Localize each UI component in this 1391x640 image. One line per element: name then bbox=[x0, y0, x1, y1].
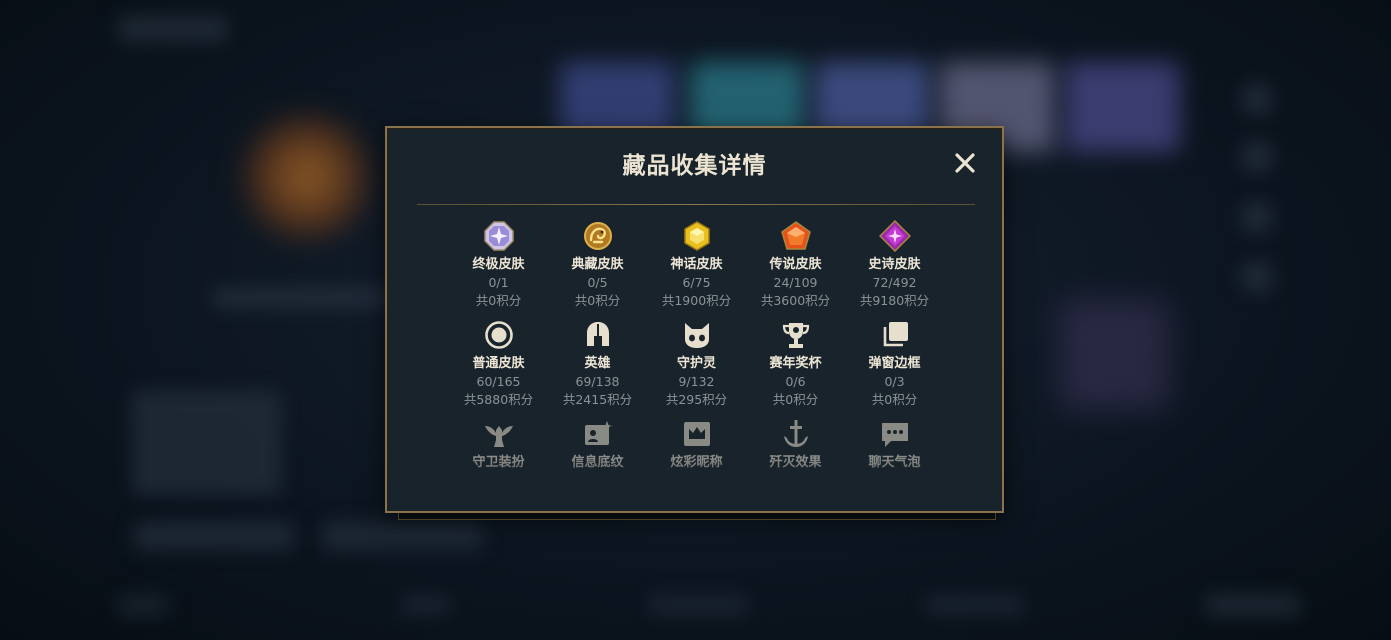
bg-emblem-blur bbox=[232, 112, 382, 242]
item-count: 0/6 bbox=[785, 374, 806, 389]
item-points: 共295积分 bbox=[665, 392, 728, 407]
collection-item: 神话皮肤 6/75 共1900积分 bbox=[647, 220, 746, 313]
item-name: 史诗皮肤 bbox=[868, 257, 921, 272]
bg-button-blur bbox=[134, 522, 294, 550]
item-name: 传说皮肤 bbox=[769, 257, 822, 272]
collection-item: 英雄 69/138 共2415积分 bbox=[548, 319, 647, 412]
collection-item: 守护灵 9/132 共295积分 bbox=[647, 319, 746, 412]
trophy-icon bbox=[780, 319, 812, 351]
item-points: 共0积分 bbox=[772, 392, 819, 407]
bg-bottom-blur bbox=[925, 595, 1025, 615]
collection-item: 守卫装扮 bbox=[449, 418, 548, 511]
pentagon-gem-icon bbox=[780, 220, 812, 252]
collection-item: 信息底纹 bbox=[548, 418, 647, 511]
bg-card-blur bbox=[132, 390, 282, 495]
stacked-frames-icon bbox=[879, 319, 911, 351]
item-name: 英雄 bbox=[584, 356, 611, 371]
item-points: 共5880积分 bbox=[463, 392, 534, 407]
item-count: 9/132 bbox=[678, 374, 715, 389]
bg-skin-card-blur bbox=[1065, 62, 1180, 152]
bg-button-blur bbox=[322, 522, 482, 550]
bg-card-blur bbox=[1060, 300, 1170, 410]
item-points: 共0积分 bbox=[475, 293, 522, 308]
bg-side-icon-blur bbox=[1240, 260, 1274, 294]
item-count: 72/492 bbox=[872, 275, 917, 290]
item-points: 共0积分 bbox=[574, 293, 621, 308]
item-count: 0/5 bbox=[587, 275, 608, 290]
bg-bottom-blur bbox=[118, 595, 168, 615]
collection-item: 终极皮肤 0/1 共0积分 bbox=[449, 220, 548, 313]
item-name: 典藏皮肤 bbox=[571, 257, 624, 272]
item-count: 60/165 bbox=[476, 374, 521, 389]
bg-bottom-blur bbox=[400, 595, 450, 615]
item-name: 赛年奖杯 bbox=[769, 356, 822, 371]
item-points: 共9180积分 bbox=[859, 293, 930, 308]
item-name: 神话皮肤 bbox=[670, 257, 723, 272]
collection-item: 史诗皮肤 72/492 共9180积分 bbox=[845, 220, 944, 313]
collection-item: 弹窗边框 0/3 共0积分 bbox=[845, 319, 944, 412]
bg-side-icon-blur bbox=[1240, 82, 1274, 116]
bg-side-icon-blur bbox=[1240, 140, 1274, 174]
diamond-gem-icon bbox=[878, 220, 911, 252]
item-count: 0/1 bbox=[488, 275, 509, 290]
item-name: 弹窗边框 bbox=[868, 356, 921, 371]
collection-item: 典藏皮肤 0/5 共0积分 bbox=[548, 220, 647, 313]
dragon-emblem-icon bbox=[582, 220, 614, 252]
ring-icon bbox=[483, 319, 515, 351]
winged-ward-icon bbox=[483, 418, 515, 450]
item-count: 0/3 bbox=[884, 374, 905, 389]
item-count: 6/75 bbox=[682, 275, 711, 290]
bg-bottom-blur bbox=[1205, 595, 1300, 615]
collection-item: 聊天气泡 bbox=[845, 418, 944, 511]
item-name: 炫彩昵称 bbox=[670, 455, 723, 470]
item-count: 69/138 bbox=[575, 374, 620, 389]
item-name: 终极皮肤 bbox=[472, 257, 525, 272]
item-points: 共2415积分 bbox=[562, 392, 633, 407]
bg-side-icon-blur bbox=[1240, 200, 1274, 234]
item-name: 歼灭效果 bbox=[769, 455, 822, 470]
item-points: 共3600积分 bbox=[760, 293, 831, 308]
dialog-title: 藏品收集详情 bbox=[622, 153, 767, 179]
item-points: 共0积分 bbox=[871, 392, 918, 407]
collection-item: 传说皮肤 24/109 共3600积分 bbox=[746, 220, 845, 313]
collection-item: 炫彩昵称 bbox=[647, 418, 746, 511]
item-name: 守护灵 bbox=[676, 356, 716, 371]
helmet-icon bbox=[582, 319, 614, 351]
hexagon-gem-icon bbox=[681, 220, 713, 252]
item-name: 守卫装扮 bbox=[472, 455, 525, 470]
item-points: 共1900积分 bbox=[661, 293, 732, 308]
close-icon[interactable] bbox=[952, 150, 978, 176]
collection-item: 赛年奖杯 0/6 共0积分 bbox=[746, 319, 845, 412]
collection-item: 歼灭效果 bbox=[746, 418, 845, 511]
collection-details-dialog: 藏品收集详情 终极皮肤 0/1 共0积分 典藏皮肤 0/5 共0积分 神话皮肤 … bbox=[385, 126, 1004, 513]
item-count: 24/109 bbox=[773, 275, 818, 290]
octagon-gem-icon bbox=[483, 220, 515, 252]
title-divider bbox=[417, 204, 975, 205]
profile-card-icon bbox=[582, 418, 614, 450]
anchor-sword-icon bbox=[780, 418, 812, 450]
chat-bubble-icon bbox=[879, 418, 911, 450]
collection-item: 普通皮肤 60/165 共5880积分 bbox=[449, 319, 548, 412]
crown-banner-icon bbox=[681, 418, 713, 450]
bg-name-blur bbox=[212, 288, 392, 308]
cat-face-icon bbox=[681, 319, 713, 351]
item-name: 聊天气泡 bbox=[868, 455, 921, 470]
bg-title-blur bbox=[118, 16, 228, 42]
collection-grid: 终极皮肤 0/1 共0积分 典藏皮肤 0/5 共0积分 神话皮肤 6/75 共1… bbox=[449, 220, 944, 511]
item-name: 普通皮肤 bbox=[472, 356, 525, 371]
item-name: 信息底纹 bbox=[571, 455, 624, 470]
bg-bottom-blur bbox=[648, 595, 748, 615]
